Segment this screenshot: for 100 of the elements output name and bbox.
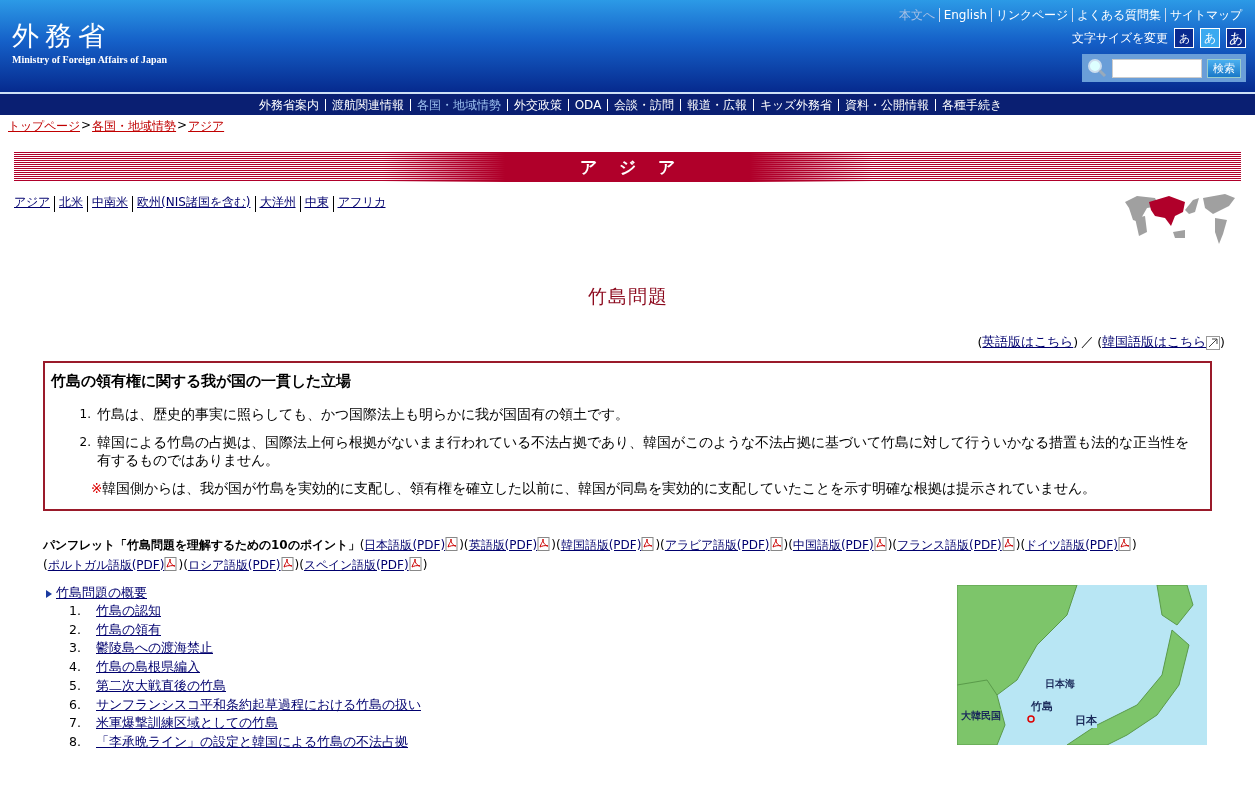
utility-link[interactable]: よくある質問集 xyxy=(1072,8,1165,22)
list-number: 2. xyxy=(68,620,82,639)
font-size-button[interactable]: あ xyxy=(1226,28,1246,48)
list-number: 3. xyxy=(68,639,82,658)
parenthesis: ) xyxy=(459,538,464,552)
parenthesis: ) xyxy=(783,538,789,552)
parenthesis: ) xyxy=(1220,335,1225,350)
position-statement: 韓国による竹島の占拠は、国際法上何ら根拠がないまま行われている不法占拠であり、韓国がこのような不法占拠に基づいて竹島に対して行ういかなる措置も法的な正当性を有するものではありません。 xyxy=(97,433,1190,469)
pdf-link[interactable]: 韓国語版(PDF) xyxy=(560,538,642,552)
utility-link[interactable]: サイトマップ xyxy=(1165,8,1246,22)
parenthesis: ( xyxy=(299,558,304,572)
language-link[interactable]: 韓国語版はこちら xyxy=(1102,334,1207,351)
utility-link[interactable]: English xyxy=(938,8,991,22)
parenthesis: ( xyxy=(359,538,365,552)
map-label: 日本 xyxy=(1075,713,1097,728)
search-field[interactable] xyxy=(1112,58,1202,78)
nav-link[interactable]: ODA xyxy=(567,98,608,111)
topic-link[interactable]: 竹島の認知 xyxy=(96,602,161,621)
topic-link[interactable]: 米軍爆撃訓練区域としての竹島 xyxy=(96,714,278,733)
map-label: 竹島 xyxy=(1031,699,1053,714)
list-number: 6. xyxy=(68,695,82,714)
topic-link[interactable]: 第二次大戦直後の竹島 xyxy=(96,676,226,696)
region-link[interactable]: 大洋州 xyxy=(254,196,300,212)
nav-link[interactable]: キッズ外務省 xyxy=(753,98,839,111)
region-link[interactable]: 中東 xyxy=(299,196,333,212)
pdf-link[interactable]: ドイツ語版(PDF) xyxy=(1025,538,1118,552)
nav-link[interactable]: 渡航関連情報 xyxy=(324,98,410,111)
font-size-label: 文字サイズを変更 xyxy=(1072,29,1168,47)
parenthesis: ) xyxy=(887,538,893,552)
note-mark: ※ xyxy=(91,479,103,497)
breadcrumb-link[interactable]: アジア xyxy=(188,118,225,135)
parenthesis: ( xyxy=(1020,538,1026,552)
nav-link[interactable]: 各種手続き xyxy=(935,98,1009,111)
breadcrumb-link[interactable]: 各国・地域情勢 xyxy=(92,118,177,135)
font-size-button[interactable]: あ xyxy=(1174,28,1194,48)
utility-link[interactable]: リンクページ xyxy=(991,8,1072,22)
pdf-link[interactable]: スペイン語版(PDF) xyxy=(303,558,409,572)
overview-link[interactable]: 竹島問題の概要 xyxy=(56,585,147,602)
list-number: 1. xyxy=(68,602,82,620)
parenthesis: ( xyxy=(183,558,188,572)
pdf-link[interactable]: 中国語版(PDF) xyxy=(792,538,874,552)
region-link[interactable]: アフリカ xyxy=(332,196,390,212)
parenthesis: ( xyxy=(43,558,48,572)
list-number: 1. xyxy=(78,406,92,423)
pdf-icon xyxy=(537,537,552,551)
pdf-link[interactable]: フランス語版(PDF) xyxy=(897,538,1002,552)
pdf-icon xyxy=(1117,537,1132,551)
breadcrumb-link[interactable]: トップページ xyxy=(8,118,80,135)
parenthesis: ( xyxy=(892,538,897,552)
note-text: 韓国側からは、我が国が竹島を実効的に支配し、領有権を確立した以前に、韓国が同島を実効的に支配していたことを示す明確な根拠は提示されていません。 xyxy=(102,479,1097,497)
nav-link[interactable]: 外交政策 xyxy=(506,98,568,111)
position-statement: 竹島は、歴史的事実に照らしても、かつ国際法上も明らかに我が国固有の領土です。 xyxy=(97,405,629,423)
pdf-link[interactable]: 英語版(PDF) xyxy=(468,538,538,552)
banner-title: アジア xyxy=(579,155,698,179)
parenthesis: ( xyxy=(555,538,561,552)
external-link-icon xyxy=(1206,335,1221,350)
pdf-icon xyxy=(641,537,656,551)
world-map-icon xyxy=(1125,192,1235,244)
list-number: 7. xyxy=(68,714,82,733)
logo-title[interactable]: 外務省 xyxy=(12,20,168,52)
parenthesis: ) xyxy=(422,558,428,572)
topic-link[interactable]: サンフランシスコ平和条約起草過程における竹島の扱い xyxy=(96,695,421,715)
pdf-link[interactable]: 日本語版(PDF) xyxy=(364,538,446,552)
pdf-icon xyxy=(873,537,888,551)
logo-subtitle: Ministry of Foreign Affairs of Japan xyxy=(12,54,168,65)
parenthesis: ) xyxy=(294,558,300,572)
nav-link[interactable]: 資料・公開情報 xyxy=(838,98,936,111)
page-title: 竹島問題 xyxy=(586,284,669,309)
parenthesis: ( xyxy=(788,538,793,552)
list-number: 5. xyxy=(68,676,82,695)
language-link[interactable]: 英語版はこちら xyxy=(982,334,1074,351)
pdf-icon xyxy=(280,557,295,571)
nav-link[interactable]: 外務省案内 xyxy=(252,98,325,111)
pamphlet-title: パンフレット「竹島問題を理解するための10のポイント」 xyxy=(43,538,360,552)
list-number: 8. xyxy=(68,732,82,751)
region-link[interactable]: 欧州(NIS諸国を含む) xyxy=(132,196,255,212)
pdf-icon xyxy=(164,557,179,571)
nav-link[interactable]: 各国・地域情勢 xyxy=(409,98,507,111)
list-number: 4. xyxy=(68,658,82,677)
parenthesis: ( xyxy=(463,538,469,552)
region-link[interactable]: 中南米 xyxy=(87,196,132,212)
map-label: 日本海 xyxy=(1045,677,1075,691)
parenthesis: ( xyxy=(977,335,983,350)
breadcrumb-separator: > xyxy=(176,118,189,134)
pdf-link[interactable]: ロシア語版(PDF) xyxy=(187,558,281,572)
pdf-icon xyxy=(408,557,423,571)
pdf-icon xyxy=(445,537,460,551)
topic-link[interactable]: 竹島の領有 xyxy=(96,620,161,640)
topic-link[interactable]: 「李承晩ライン」の設定と韓国による竹島の不法占拠 xyxy=(96,732,408,752)
nav-link[interactable]: 報道・広報 xyxy=(680,98,754,111)
pdf-link[interactable]: アラビア語版(PDF) xyxy=(664,538,770,552)
parenthesis: ) xyxy=(655,538,661,552)
topic-link[interactable]: 竹島の島根県編入 xyxy=(96,658,200,677)
region-link[interactable]: 北米 xyxy=(54,196,87,212)
nav-link[interactable]: 会談・訪問 xyxy=(607,98,681,111)
region-link[interactable]: アジア xyxy=(14,196,54,212)
topic-link[interactable]: 鬱陵島への渡海禁止 xyxy=(96,639,213,659)
pdf-link[interactable]: ポルトガル語版(PDF) xyxy=(47,558,165,572)
link-divider: ／ xyxy=(1080,334,1096,351)
pdf-icon xyxy=(769,537,784,551)
